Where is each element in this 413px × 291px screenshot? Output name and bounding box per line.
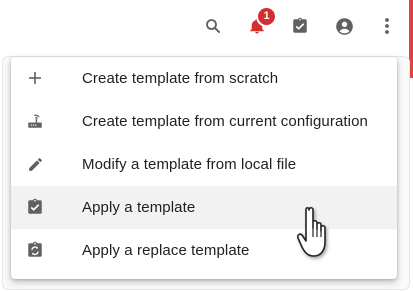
router-icon [25, 111, 45, 131]
menu-item-label: Create template from scratch [82, 70, 279, 87]
menu-item-modify-from-local-file[interactable]: Modify a template from local file [11, 143, 397, 186]
assignment-turned-in-icon [25, 197, 45, 217]
menu-item-label: Apply a replace template [82, 242, 250, 259]
menu-item-label: Create template from current configurati… [82, 113, 368, 130]
more-vert-icon[interactable] [377, 16, 397, 36]
page: 1 Create template from scratch Create te… [0, 0, 413, 291]
menu-item-create-from-current-config[interactable]: Create template from current configurati… [11, 100, 397, 143]
account-icon[interactable] [334, 16, 354, 36]
menu-item-create-from-scratch[interactable]: Create template from scratch [11, 57, 397, 100]
assignment-check-icon[interactable] [290, 16, 310, 36]
menu-item-apply-replace-template[interactable]: Apply a replace template [11, 229, 397, 272]
template-menu: Create template from scratch Create temp… [11, 57, 397, 279]
assignment-replace-icon [25, 240, 45, 260]
edit-icon [25, 154, 45, 174]
menu-item-apply-template[interactable]: Apply a template [11, 186, 397, 229]
hand-cursor-icon [296, 204, 336, 262]
menu-item-label: Modify a template from local file [82, 156, 297, 173]
notification-count-badge: 1 [258, 8, 275, 25]
menu-item-label: Apply a template [82, 199, 196, 216]
top-toolbar: 1 [0, 0, 413, 52]
search-icon[interactable] [203, 16, 223, 36]
add-icon [25, 68, 45, 88]
